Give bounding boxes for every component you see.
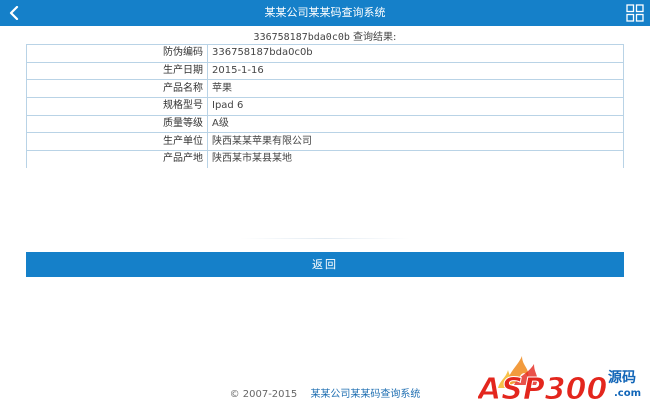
table-row: 生产单位 陕西某某苹果有限公司 <box>26 132 624 152</box>
field-value: 2015-1-16 <box>207 61 624 81</box>
field-value: A级 <box>207 114 624 134</box>
grid-icon <box>626 4 644 22</box>
divider <box>240 238 410 239</box>
query-suffix: 查询结果: <box>349 32 397 43</box>
watermark-logo: ASP300 源码 .com <box>478 356 641 402</box>
table-row: 规格型号 Ipad 6 <box>26 97 624 116</box>
field-label: 规格型号 <box>26 97 208 116</box>
field-value: 336758187bda0c0b <box>207 44 624 63</box>
copyright-text: © 2007-2015 <box>229 389 298 400</box>
field-label: 产品名称 <box>26 79 208 99</box>
field-label: 生产单位 <box>26 132 208 152</box>
table-row: 质量等级 A级 <box>26 114 624 134</box>
watermark-side-text: 源码 <box>608 369 636 386</box>
field-value: 苹果 <box>207 79 624 99</box>
watermark-main-text: ASP300 <box>478 372 607 402</box>
field-label: 生产日期 <box>26 61 208 81</box>
query-result-heading: 336758187bda0c0b 查询结果: <box>0 31 650 45</box>
field-value: 陕西某某苹果有限公司 <box>207 132 624 152</box>
field-label: 产品产地 <box>26 150 208 168</box>
footer-link[interactable]: 某某公司某某码查询系统 <box>310 389 420 400</box>
app-header: 某某公司某某码查询系统 <box>0 0 650 26</box>
page-title: 某某公司某某码查询系统 <box>264 6 386 19</box>
table-row: 生产日期 2015-1-16 <box>26 61 624 81</box>
field-value: Ipad 6 <box>207 97 624 116</box>
watermark-domain-text: .com <box>614 388 641 399</box>
query-code: 336758187bda0c0b <box>253 32 350 43</box>
return-button[interactable]: 返回 <box>26 252 624 277</box>
table-row: 产品产地 陕西某市某县某地 <box>26 150 624 168</box>
field-value: 陕西某市某县某地 <box>207 150 624 168</box>
field-label: 防伪编码 <box>26 44 208 63</box>
field-label: 质量等级 <box>26 114 208 134</box>
result-table: 防伪编码 336758187bda0c0b 生产日期 2015-1-16 产品名称 苹果规… <box>26 44 624 168</box>
table-row: 产品名称 苹果 <box>26 79 624 99</box>
table-row: 防伪编码 336758187bda0c0b <box>26 44 624 63</box>
menu-button[interactable] <box>626 4 644 22</box>
